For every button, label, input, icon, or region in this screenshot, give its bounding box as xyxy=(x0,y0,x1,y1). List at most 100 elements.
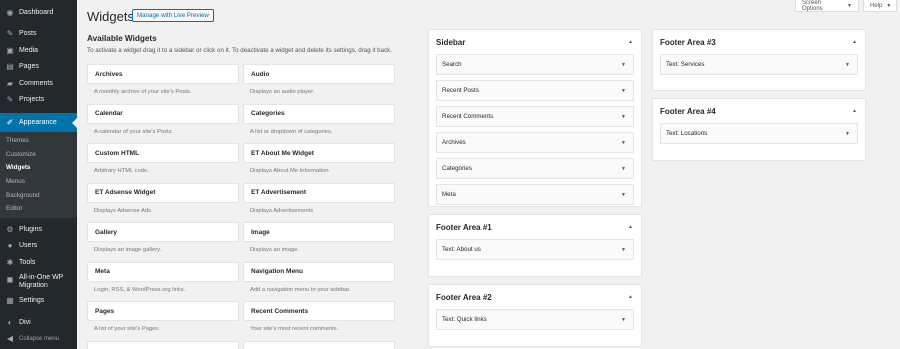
area-widget[interactable]: Recent Comments ▼ xyxy=(436,106,634,127)
area-widget[interactable]: Categories ▼ xyxy=(436,158,634,179)
area-widget[interactable]: Search ▼ xyxy=(436,54,634,75)
submenu-background[interactable]: Background xyxy=(0,189,77,203)
menu-label: Plugins xyxy=(19,225,42,233)
available-widget[interactable]: Audio Displays an audio player. xyxy=(243,64,395,95)
menu-dashboard[interactable]: ◉ Dashboard xyxy=(0,4,77,21)
menu-migration[interactable]: ◼ All-in-One WP Migration xyxy=(0,271,77,293)
widget-title[interactable]: Navigation Menu xyxy=(243,261,395,282)
menu-users[interactable]: ● Users xyxy=(0,238,77,255)
chevron-down-icon[interactable]: ▼ xyxy=(621,192,626,198)
submenu-widgets[interactable]: Widgets xyxy=(0,161,77,175)
plug-icon: ⚙ xyxy=(6,224,14,234)
pin-icon: ✎ xyxy=(6,95,14,105)
widget-description: Displays Advertisements xyxy=(250,207,314,214)
available-widget[interactable]: Archives A monthly archive of your site's… xyxy=(87,64,239,95)
footer-area-3-header[interactable]: Footer Area #3 ▲ xyxy=(653,30,865,54)
widget-title[interactable] xyxy=(243,340,395,349)
menu-appearance[interactable]: ✐ Appearance xyxy=(0,113,77,132)
screen-options-button[interactable]: Screen Options ▼ xyxy=(795,0,859,12)
widget-title[interactable]: ET Advertisement xyxy=(243,182,395,203)
widget-title[interactable]: Categories xyxy=(243,103,395,124)
area-widget[interactable]: Text: Services ▼ xyxy=(660,54,858,75)
menu-comments[interactable]: ▰ Comments xyxy=(0,75,77,92)
available-widget[interactable]: Meta Login, RSS, & WordPress.org links. xyxy=(87,261,239,293)
widget-description: Displays an image gallery. xyxy=(94,247,162,253)
widget-title[interactable]: Pages xyxy=(87,301,239,321)
area-widget-label: Recent Comments xyxy=(442,113,494,120)
pin-icon: ✎ xyxy=(6,29,14,39)
available-widgets-title: Available Widgets xyxy=(87,34,157,43)
area-widget[interactable]: Text: Locations ▼ xyxy=(660,123,858,144)
submenu-editor[interactable]: Editor xyxy=(0,202,77,216)
chevron-down-icon[interactable]: ▼ xyxy=(845,62,850,68)
widget-title[interactable]: Image xyxy=(243,222,395,242)
area-widget[interactable]: Text: Quick links ▼ xyxy=(436,309,634,330)
menu-media[interactable]: ▣ Media xyxy=(0,42,77,59)
widget-title[interactable]: Archives xyxy=(87,64,239,84)
area-widget[interactable]: Text: About us ▼ xyxy=(436,239,634,260)
menu-posts[interactable]: ✎ Posts xyxy=(0,26,77,43)
submenu-menus[interactable]: Menus xyxy=(0,175,77,189)
chevron-down-icon[interactable]: ▼ xyxy=(621,166,626,172)
chevron-down-icon[interactable]: ▼ xyxy=(845,131,850,137)
widget-title[interactable]: Gallery xyxy=(87,222,239,242)
area-widget-label: Text: About us xyxy=(442,246,481,253)
chevron-up-icon[interactable]: ▲ xyxy=(852,39,857,45)
chevron-up-icon[interactable]: ▲ xyxy=(852,108,857,114)
menu-projects[interactable]: ✎ Projects xyxy=(0,92,77,109)
menu-divi[interactable]: ◐ Divi xyxy=(0,314,77,331)
area-widget-label: Text: Services xyxy=(666,61,705,68)
sidebar-area-header[interactable]: Sidebar ▲ xyxy=(429,30,641,54)
available-widget[interactable]: Gallery Displays an image gallery. xyxy=(87,222,239,253)
widget-title[interactable]: Recent Comments xyxy=(243,301,395,321)
chevron-down-icon[interactable]: ▼ xyxy=(621,317,626,323)
collapse-menu[interactable]: ◀ Collapse menu xyxy=(0,331,77,348)
sidebar-area: Sidebar ▲ Search ▼ Recent Posts ▼ Recent Co… xyxy=(428,29,642,207)
chevron-up-icon[interactable]: ▲ xyxy=(628,224,633,230)
available-widget[interactable]: ET Advertisement Displays Advertisements xyxy=(243,182,395,214)
menu-pages[interactable]: ▤ Pages xyxy=(0,59,77,76)
widget-title[interactable] xyxy=(87,340,239,349)
available-widget[interactable]: Categories A list or dropdown of categori… xyxy=(243,103,395,135)
chevron-down-icon[interactable]: ▼ xyxy=(621,140,626,146)
area-widget[interactable]: Recent Posts ▼ xyxy=(436,80,634,101)
available-widget[interactable]: ET About Me Widget Displays About Me Info… xyxy=(243,143,395,174)
available-widget[interactable] xyxy=(87,340,239,349)
menu-plugins[interactable]: ⚙ Plugins xyxy=(0,221,77,238)
available-widget[interactable]: Recent Comments Your site's most recent c… xyxy=(243,301,395,332)
widget-title[interactable]: ET Adsense Widget xyxy=(87,182,239,203)
help-button[interactable]: Help ▼ xyxy=(863,0,897,12)
available-widget[interactable] xyxy=(243,340,395,349)
available-widget[interactable]: ET Adsense Widget Displays Adsense Ads xyxy=(87,182,239,214)
widget-title[interactable]: Meta xyxy=(87,261,239,282)
widget-title[interactable]: Custom HTML xyxy=(87,143,239,163)
footer-area-1-header[interactable]: Footer Area #1 ▲ xyxy=(429,215,641,239)
menu-tools[interactable]: ✱ Tools xyxy=(0,254,77,271)
available-widget[interactable]: Calendar A calendar of your site's Posts. xyxy=(87,103,239,135)
live-preview-button[interactable]: Manage with Live Preview xyxy=(132,9,214,22)
chevron-up-icon[interactable]: ▲ xyxy=(628,294,633,300)
page-title: Widgets xyxy=(87,9,134,24)
area-widget[interactable]: Meta ▼ xyxy=(436,184,634,205)
settings-icon: ▦ xyxy=(6,296,14,306)
chevron-down-icon: ▼ xyxy=(847,2,852,9)
widget-title[interactable]: Calendar xyxy=(87,103,239,124)
submenu-customize[interactable]: Customize xyxy=(0,148,77,162)
menu-label: Media xyxy=(19,46,39,54)
area-widget[interactable]: Archives ▼ xyxy=(436,132,634,153)
available-widget[interactable]: Navigation Menu Add a navigation menu to … xyxy=(243,261,395,293)
footer-area-2-header[interactable]: Footer Area #2 ▲ xyxy=(429,285,641,309)
available-widget[interactable]: Image Displays an image. xyxy=(243,222,395,253)
available-widget[interactable]: Pages A list of your site's Pages. xyxy=(87,301,239,332)
chevron-down-icon[interactable]: ▼ xyxy=(621,114,626,120)
menu-settings[interactable]: ▦ Settings xyxy=(0,293,77,310)
chevron-up-icon[interactable]: ▲ xyxy=(628,39,633,45)
available-widget[interactable]: Custom HTML Arbitrary HTML code. xyxy=(87,143,239,174)
chevron-down-icon[interactable]: ▼ xyxy=(621,88,626,94)
chevron-down-icon[interactable]: ▼ xyxy=(621,247,626,253)
widget-title[interactable]: Audio xyxy=(243,64,395,84)
chevron-down-icon[interactable]: ▼ xyxy=(621,62,626,68)
footer-area-4-header[interactable]: Footer Area #4 ▲ xyxy=(653,99,865,123)
widget-title[interactable]: ET About Me Widget xyxy=(243,143,395,163)
submenu-themes[interactable]: Themes xyxy=(0,134,77,148)
